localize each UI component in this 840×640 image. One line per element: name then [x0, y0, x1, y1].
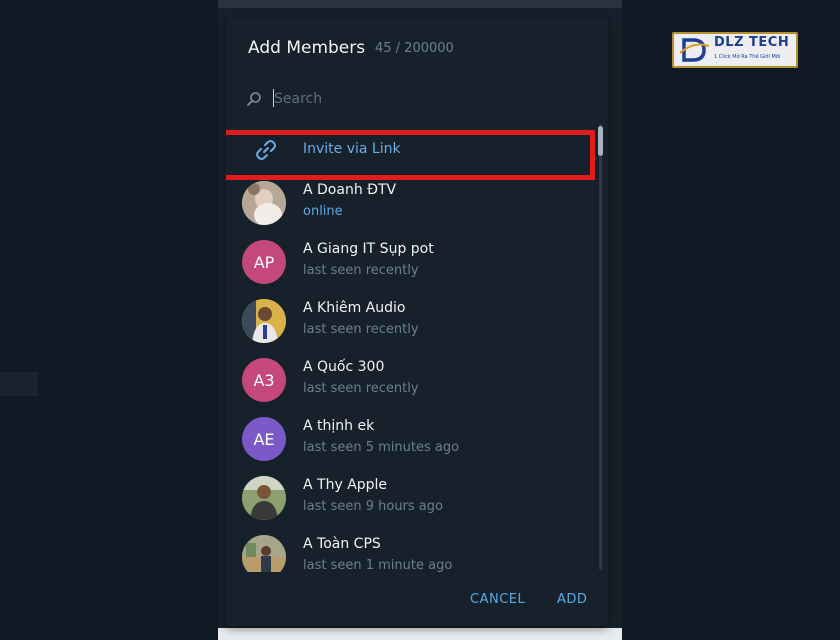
member-name: A Khiêm Audio [303, 300, 406, 316]
avatar [242, 181, 286, 225]
member-status: last seen 9 hours ago [303, 499, 443, 514]
member-item[interactable]: A Thy Apple last seen 9 hours ago [226, 471, 596, 530]
member-item[interactable]: AP A Giang IT Sụp pot last seen recently [226, 235, 596, 294]
search-icon [247, 92, 261, 106]
add-members-dialog: Add Members 45 / 200000 Invite via Link [226, 18, 608, 626]
member-status: last seen recently [303, 263, 419, 278]
watermark-logo: DLZ TECH 1 Click Mở Ra Thế Giới Mới [672, 32, 798, 68]
member-item[interactable]: A Khiêm Audio last seen recently [226, 294, 596, 353]
background-topline [218, 0, 622, 8]
avatar [242, 299, 286, 343]
avatar [242, 476, 286, 520]
dialog-footer: CANCEL ADD [226, 574, 608, 626]
add-button[interactable]: ADD [557, 592, 587, 607]
avatar: A3 [242, 358, 286, 402]
member-name: A Giang IT Sụp pot [303, 241, 434, 257]
member-name: A Doanh ĐTV [303, 182, 397, 198]
cancel-button[interactable]: CANCEL [470, 592, 525, 607]
member-status: last seen recently [303, 381, 419, 396]
avatar [242, 535, 286, 572]
list-scrollbar[interactable] [598, 124, 604, 570]
member-item[interactable]: AE A thịnh ek last seen 5 minutes ago [226, 412, 596, 471]
avatar: AE [242, 417, 286, 461]
member-item[interactable]: A Doanh ĐTV online [226, 176, 596, 235]
member-name: A Quốc 300 [303, 359, 385, 375]
member-status: last seen 5 minutes ago [303, 440, 460, 455]
member-status: last seen recently [303, 322, 419, 337]
member-name: A Toàn CPS [303, 536, 381, 552]
invite-via-link-button[interactable]: Invite via Link [226, 124, 596, 176]
avatar-initials: A3 [253, 370, 275, 390]
member-item[interactable]: A Toàn CPS last seen 1 minute ago [226, 530, 596, 572]
member-name: A Thy Apple [303, 477, 388, 493]
member-status: last seen 1 minute ago [303, 558, 453, 572]
dialog-title: Add Members [248, 38, 366, 58]
scrollbar-thumb[interactable] [598, 126, 603, 156]
avatar: AP [242, 240, 286, 284]
member-status: online [303, 204, 343, 219]
avatar-initials: AP [253, 252, 275, 272]
member-item[interactable]: A3 A Quốc 300 last seen recently [226, 353, 596, 412]
logo-text: DLZ TECH 1 Click Mở Ra Thế Giới Mới [714, 36, 789, 64]
scrollbar-track [599, 124, 602, 570]
invite-via-link-label: Invite via Link [303, 141, 401, 157]
member-count: 45 / 200000 [375, 41, 454, 56]
search-input[interactable] [274, 88, 574, 110]
member-list: Invite via Link A Doanh ĐTV online AP A … [226, 124, 608, 572]
logo-tagline: 1 Click Mở Ra Thế Giới Mới [714, 54, 781, 60]
avatar-initials: AE [253, 429, 275, 449]
search-bar [244, 88, 584, 112]
member-name: A thịnh ek [303, 418, 375, 434]
logo-mark-icon [679, 37, 710, 63]
link-icon [256, 140, 276, 160]
background-bottom-bar [218, 628, 622, 640]
background-strip [0, 372, 38, 396]
